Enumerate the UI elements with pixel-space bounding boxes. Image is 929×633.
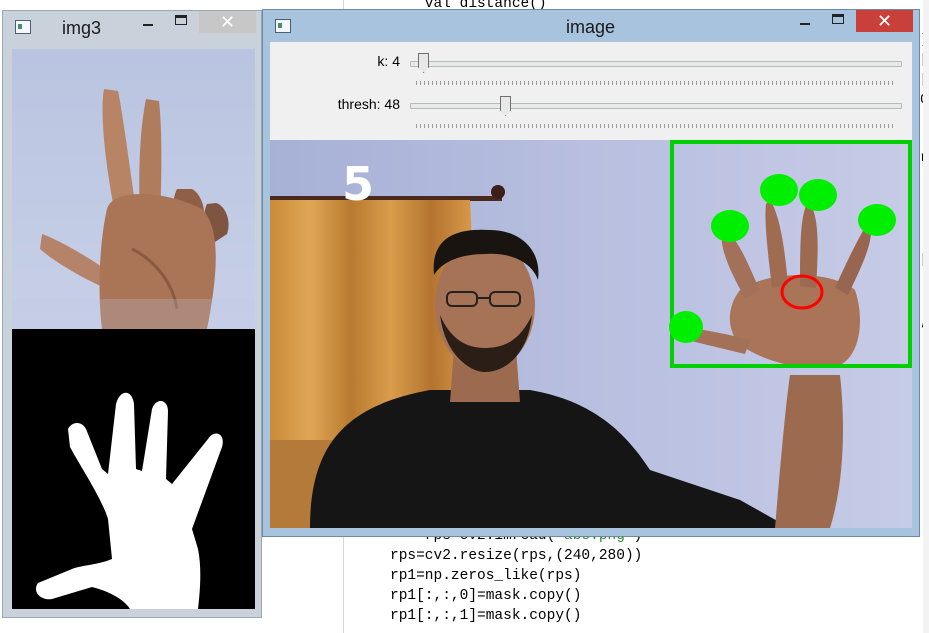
app-icon [275, 19, 291, 33]
image-window[interactable]: image ✕ k: 4 thresh: 48 5 [262, 9, 920, 537]
code-text: rp1=np.zeros_like(rps) [390, 568, 582, 584]
code-line: rp1[:,:,1]=mask.copy() [390, 606, 581, 626]
trackbar-k-ticks [416, 81, 896, 85]
fingertip-marker [858, 204, 896, 236]
close-icon: ✕ [876, 11, 893, 32]
image-title: image [566, 17, 616, 37]
maximize-button[interactable] [823, 10, 853, 32]
fingertip-marker [711, 210, 749, 242]
fingertip-marker [669, 311, 703, 343]
code-text: rps=cv2.resize(rps,(240,280)) [390, 548, 643, 564]
minimize-button[interactable] [133, 11, 163, 33]
code-text: rp1[:,:,1]=mask.copy() [390, 608, 582, 624]
close-button[interactable]: ✕ [199, 11, 256, 33]
trackbar-thresh-label: thresh: 48 [337, 96, 400, 112]
img3-titlebar[interactable]: img3 ✕ [3, 11, 261, 43]
editor-scrollbar[interactable] [923, 0, 929, 633]
code-line: rp1[:,:,0]=mask.copy() [390, 586, 581, 606]
minimize-button[interactable] [790, 10, 820, 32]
hand-crop-image [12, 49, 255, 329]
code-line: rp1=np.zeros_like(rps) [390, 566, 581, 586]
trackbar-thresh-slider[interactable] [500, 96, 511, 116]
close-icon: ✕ [219, 12, 236, 33]
code-text: rp1[:,:,0]=mask.copy() [390, 588, 582, 604]
trackbar-k-slider[interactable] [418, 53, 429, 73]
code-line: rps=cv2.resize(rps,(240,280)) [390, 546, 642, 566]
fingertip-marker [799, 179, 837, 211]
hand-mask-image [12, 329, 255, 609]
camera-frame: 5 [270, 140, 912, 528]
trackbar-k-groove[interactable] [410, 61, 902, 67]
img3-window[interactable]: img3 ✕ [2, 10, 262, 618]
fingertip-marker [760, 174, 798, 206]
trackbar-k-label: k: 4 [377, 53, 400, 69]
close-button[interactable]: ✕ [856, 10, 913, 32]
camera-scene: 5 [270, 140, 912, 528]
trackbar-thresh-ticks [416, 124, 896, 128]
trackbar-thresh-groove[interactable] [410, 103, 902, 109]
maximize-button[interactable] [166, 11, 196, 33]
image-titlebar[interactable]: image ✕ [263, 10, 919, 42]
img3-title: img3 [62, 18, 102, 38]
trackbar-panel: k: 4 thresh: 48 [270, 42, 912, 140]
app-icon [15, 20, 31, 34]
finger-count: 5 [342, 157, 374, 211]
